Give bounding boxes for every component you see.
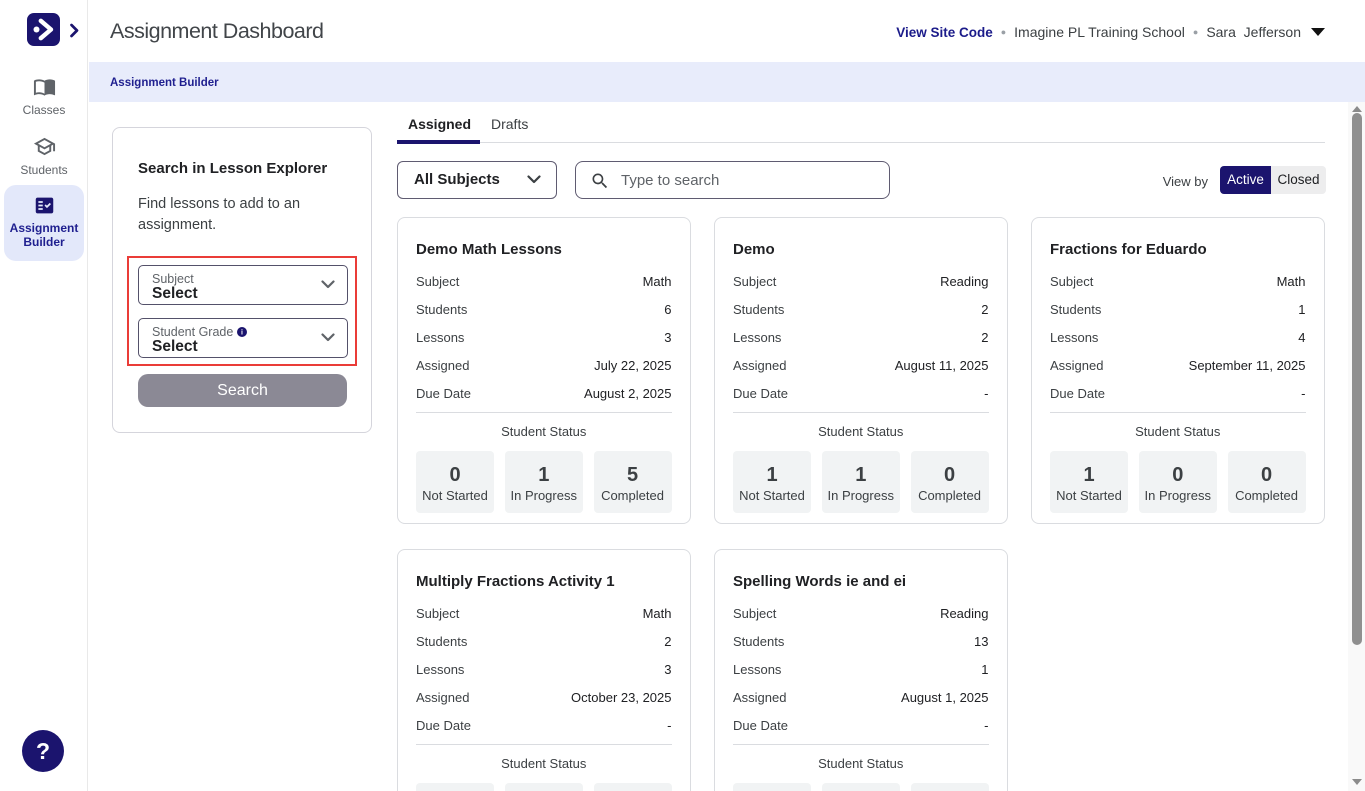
svg-text:i: i [241,330,243,337]
